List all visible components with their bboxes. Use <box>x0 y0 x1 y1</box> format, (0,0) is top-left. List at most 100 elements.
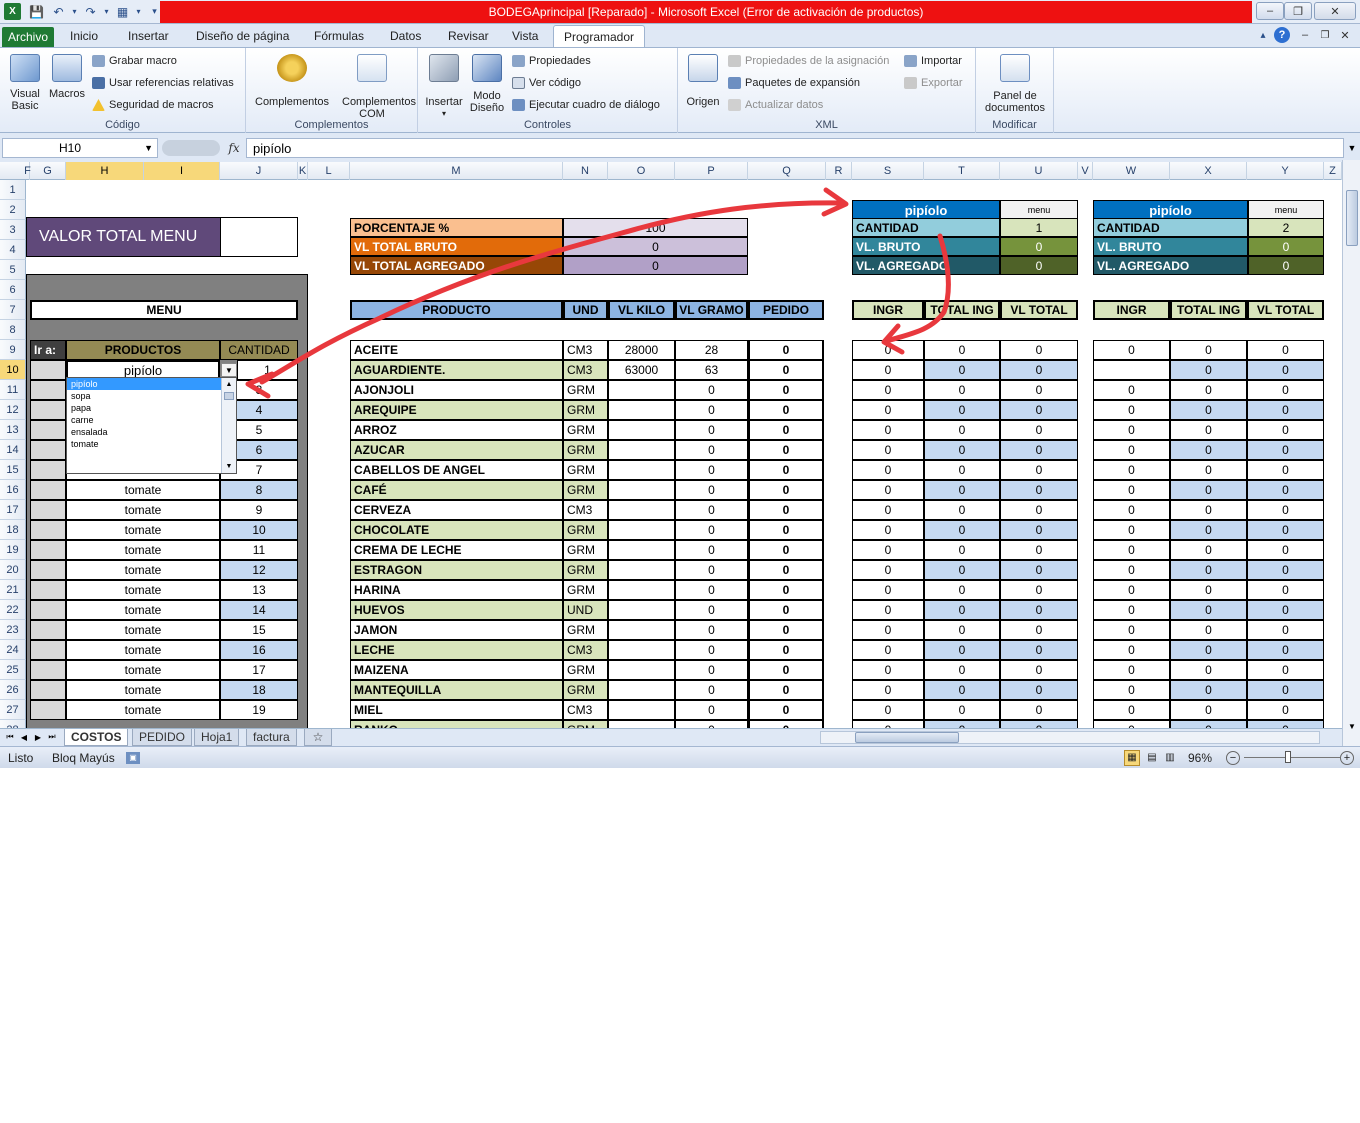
ir-a-cell[interactable] <box>30 420 66 440</box>
block-value-cell[interactable]: 0 <box>1093 580 1170 600</box>
block-value-cell[interactable]: 0 <box>924 640 1000 660</box>
row-header-1[interactable]: 1 <box>0 180 26 200</box>
propiedades-asignacion-button[interactable]: Propiedades de la asignación <box>728 52 889 70</box>
block-value-cell[interactable]: 0 <box>924 400 1000 420</box>
row-header-14[interactable]: 14 <box>0 440 26 460</box>
macro-record-icon[interactable]: ▣ <box>126 751 140 764</box>
vl-kilo-cell[interactable] <box>608 540 675 560</box>
prev-sheet-icon[interactable]: ◀ <box>18 731 30 743</box>
block-value-cell[interactable]: 0 <box>852 440 924 460</box>
ir-a-cell[interactable] <box>30 440 66 460</box>
block-value-cell[interactable]: 0 <box>924 480 1000 500</box>
undo-dropdown-icon[interactable]: ▾ <box>66 3 83 20</box>
ir-a-cell[interactable] <box>30 460 66 480</box>
modo-diseno-button[interactable]: Modo Diseño <box>468 54 506 114</box>
scroll-down-icon[interactable]: ▼ <box>1345 720 1359 732</box>
col-header-z[interactable]: Z <box>1324 162 1342 180</box>
col-header-x[interactable]: X <box>1170 162 1247 180</box>
col-header-o[interactable]: O <box>608 162 675 180</box>
block-value-cell[interactable]: 0 <box>1000 520 1078 540</box>
product-name-cell[interactable]: ARROZ <box>350 420 563 440</box>
product-name-cell[interactable]: MAIZENA <box>350 660 563 680</box>
row-header-18[interactable]: 18 <box>0 520 26 540</box>
tab-revisar[interactable]: Revisar <box>440 25 497 47</box>
dropdown-arrow-icon[interactable]: ▼ <box>221 363 237 377</box>
product-cell[interactable]: tomate <box>66 680 220 700</box>
col-header-g[interactable]: G <box>30 162 66 180</box>
ir-a-cell[interactable] <box>30 540 66 560</box>
block-value-cell[interactable] <box>1093 360 1170 380</box>
block-value-cell[interactable]: 0 <box>1000 720 1078 728</box>
complementos-button[interactable]: Complementos <box>250 54 334 108</box>
ir-a-cell[interactable] <box>30 400 66 420</box>
block-value-cell[interactable]: 0 <box>1000 480 1078 500</box>
block-value-cell[interactable]: 0 <box>1000 400 1078 420</box>
ir-a-cell[interactable] <box>30 640 66 660</box>
redo-dropdown-icon[interactable]: ▾ <box>98 3 115 20</box>
unit-cell[interactable]: GRM <box>563 380 608 400</box>
tab-archivo[interactable]: Archivo <box>2 27 54 47</box>
vertical-scroll-thumb[interactable] <box>1346 190 1358 246</box>
panel-documentos-button[interactable]: Panel de documentos <box>980 54 1050 114</box>
product-name-cell[interactable]: AGUARDIENTE. <box>350 360 563 380</box>
product-cell[interactable]: tomate <box>66 500 220 520</box>
unit-cell[interactable]: GRM <box>563 420 608 440</box>
block-value-cell[interactable]: 0 <box>924 600 1000 620</box>
ir-a-cell[interactable] <box>30 360 66 380</box>
restore-button[interactable]: ❐ <box>1284 2 1312 20</box>
cantidad-cell[interactable]: 17 <box>220 660 298 680</box>
block-value-cell[interactable]: 0 <box>1000 580 1078 600</box>
cantidad-cell[interactable]: 19 <box>220 700 298 720</box>
block-value-cell[interactable]: 0 <box>1000 660 1078 680</box>
porcentaje-value[interactable]: 100 <box>563 218 748 237</box>
page-layout-icon[interactable]: ▤ <box>1144 750 1160 766</box>
block-value-cell[interactable]: 0 <box>1170 340 1247 360</box>
undo-icon[interactable]: ↶ <box>50 3 67 20</box>
unit-cell[interactable]: GRM <box>563 620 608 640</box>
pedido-cell[interactable]: 0 <box>748 500 824 520</box>
vl-kilo-cell[interactable]: 63000 <box>608 360 675 380</box>
cantidad-cell[interactable]: 15 <box>220 620 298 640</box>
vl-kilo-cell[interactable] <box>608 420 675 440</box>
product-cell[interactable]: tomate <box>66 560 220 580</box>
ir-a-cell[interactable] <box>30 680 66 700</box>
ir-a-cell[interactable] <box>30 480 66 500</box>
block-value-cell[interactable]: 0 <box>1247 540 1324 560</box>
unit-cell[interactable]: GRM <box>563 400 608 420</box>
product-cell[interactable]: tomate <box>66 520 220 540</box>
block-value-cell[interactable]: 0 <box>924 660 1000 680</box>
block-agregado-value[interactable]: 0 <box>1248 256 1324 275</box>
block-value-cell[interactable]: 0 <box>1247 360 1324 380</box>
block-value-cell[interactable]: 0 <box>1170 660 1247 680</box>
block-value-cell[interactable]: 0 <box>852 720 924 728</box>
block-value-cell[interactable]: 0 <box>852 700 924 720</box>
actualizar-datos-button[interactable]: Actualizar datos <box>728 96 823 114</box>
vl-gramo-cell[interactable]: 0 <box>675 620 748 640</box>
pedido-cell[interactable]: 0 <box>748 580 824 600</box>
macros-button[interactable]: Macros <box>48 54 86 100</box>
product-cell[interactable]: tomate <box>66 640 220 660</box>
vl-gramo-cell[interactable]: 0 <box>675 680 748 700</box>
block-value-cell[interactable]: 0 <box>924 540 1000 560</box>
vl-kilo-cell[interactable] <box>608 400 675 420</box>
dropdown-option[interactable]: tomate <box>67 438 221 450</box>
block-value-cell[interactable]: 0 <box>924 500 1000 520</box>
vl-gramo-cell[interactable]: 0 <box>675 400 748 420</box>
vl-gramo-cell[interactable]: 0 <box>675 500 748 520</box>
block-value-cell[interactable]: 0 <box>1170 560 1247 580</box>
unit-cell[interactable]: GRM <box>563 560 608 580</box>
row-header-5[interactable]: 5 <box>0 260 26 280</box>
formula-divider-handle[interactable] <box>162 140 220 156</box>
row-header-28[interactable]: 28 <box>0 720 26 728</box>
block-value-cell[interactable]: 0 <box>1170 700 1247 720</box>
block-value-cell[interactable]: 0 <box>1170 420 1247 440</box>
vl-kilo-cell[interactable] <box>608 620 675 640</box>
pedido-cell[interactable]: 0 <box>748 520 824 540</box>
block-value-cell[interactable]: 0 <box>1170 680 1247 700</box>
product-name-cell[interactable]: AJONJOLI <box>350 380 563 400</box>
vl-gramo-cell[interactable]: 0 <box>675 540 748 560</box>
block-value-cell[interactable]: 0 <box>1170 440 1247 460</box>
last-sheet-icon[interactable]: ⏭ <box>46 731 58 743</box>
row-header-16[interactable]: 16 <box>0 480 26 500</box>
vl-gramo-cell[interactable]: 28 <box>675 340 748 360</box>
